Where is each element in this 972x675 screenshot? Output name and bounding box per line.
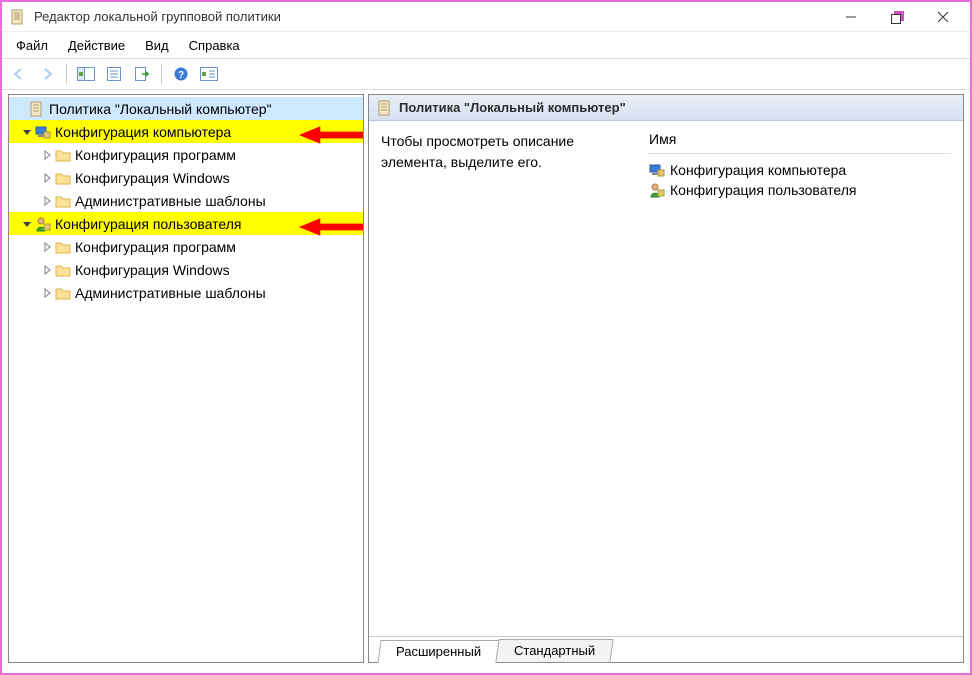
expander-closed-icon[interactable] (39, 285, 55, 301)
column-header-name[interactable]: Имя (649, 131, 951, 147)
forward-arrow-icon (39, 66, 55, 82)
description-text: Чтобы просмотреть описание элемента, выд… (381, 131, 631, 630)
menubar: Файл Действие Вид Справка (2, 32, 970, 58)
tree-node-software-config[interactable]: Конфигурация программ (9, 143, 363, 166)
export-icon (134, 66, 150, 82)
tree-node-root[interactable]: Политика "Локальный компьютер" (9, 97, 363, 120)
restore-icon (888, 8, 906, 26)
tab-standard[interactable]: Стандартный (495, 639, 613, 662)
svg-text:?: ? (178, 70, 184, 81)
list-item-label: Конфигурация компьютера (670, 162, 846, 178)
tree-label: Конфигурация компьютера (55, 124, 231, 140)
folder-icon (55, 262, 71, 278)
tree-node-windows-config[interactable]: Конфигурация Windows (9, 166, 363, 189)
expander-open-icon[interactable] (19, 124, 35, 140)
expander-closed-icon[interactable] (39, 193, 55, 209)
help-icon: ? (173, 66, 189, 82)
app-icon (10, 9, 26, 25)
titlebar: Редактор локальной групповой политики (2, 2, 970, 32)
menu-action[interactable]: Действие (60, 35, 133, 56)
folder-icon (55, 285, 71, 301)
folder-icon (55, 239, 71, 255)
menu-view[interactable]: Вид (137, 35, 177, 56)
tree-label: Конфигурация пользователя (55, 216, 242, 232)
tree-node-software-config[interactable]: Конфигурация программ (9, 235, 363, 258)
menu-help[interactable]: Справка (181, 35, 248, 56)
toolbar-forward-button[interactable] (34, 61, 60, 87)
user-icon (649, 182, 665, 198)
tree-label: Конфигурация Windows (75, 262, 230, 278)
close-button[interactable] (920, 3, 966, 31)
toolbar-export-button[interactable] (129, 61, 155, 87)
toolbar: ? (2, 58, 970, 90)
properties-icon (106, 66, 122, 82)
toolbar-help-button[interactable]: ? (168, 61, 194, 87)
toolbar-properties-button[interactable] (101, 61, 127, 87)
folder-icon (55, 170, 71, 186)
restore-button[interactable] (874, 3, 920, 31)
expander-open-icon[interactable] (19, 216, 35, 232)
tree-pane[interactable]: Политика "Локальный компьютер" Конфигура… (8, 94, 364, 663)
user-icon (35, 216, 51, 232)
toolbar-separator (66, 64, 67, 84)
tree-node-admin-templates[interactable]: Административные шаблоны (9, 281, 363, 304)
details-pane: Политика "Локальный компьютер" Чтобы про… (368, 94, 964, 663)
menu-file[interactable]: Файл (8, 35, 56, 56)
computer-icon (649, 162, 665, 178)
tree-label: Административные шаблоны (75, 285, 266, 301)
details-title: Политика "Локальный компьютер" (399, 100, 626, 115)
list-item-computer-config[interactable]: Конфигурация компьютера (647, 160, 951, 180)
tree-label: Конфигурация программ (75, 239, 236, 255)
list-item-label: Конфигурация пользователя (670, 182, 857, 198)
toolbar-back-button[interactable] (6, 61, 32, 87)
filter-icon (200, 66, 218, 82)
list-item-user-config[interactable]: Конфигурация пользователя (647, 180, 951, 200)
expander-icon[interactable] (13, 101, 29, 117)
tree-label: Политика "Локальный компьютер" (49, 101, 272, 117)
toolbar-separator (161, 64, 162, 84)
scroll-doc-icon (29, 101, 45, 117)
back-arrow-icon (11, 66, 27, 82)
scroll-doc-icon (377, 100, 393, 116)
expander-closed-icon[interactable] (39, 170, 55, 186)
tree-node-user-config[interactable]: Конфигурация пользователя (9, 212, 363, 235)
folder-icon (55, 193, 71, 209)
window-title: Редактор локальной групповой политики (34, 9, 828, 24)
tree-node-computer-config[interactable]: Конфигурация компьютера (9, 120, 363, 143)
details-header: Политика "Локальный компьютер" (369, 95, 963, 121)
tree-label: Конфигурация программ (75, 147, 236, 163)
tree-node-windows-config[interactable]: Конфигурация Windows (9, 258, 363, 281)
tree-label: Административные шаблоны (75, 193, 266, 209)
panel-icon (77, 66, 95, 82)
folder-icon (55, 147, 71, 163)
computer-icon (35, 124, 51, 140)
tree-label: Конфигурация Windows (75, 170, 230, 186)
minimize-button[interactable] (828, 3, 874, 31)
tree-node-admin-templates[interactable]: Административные шаблоны (9, 189, 363, 212)
toolbar-filter-button[interactable] (196, 61, 222, 87)
expander-closed-icon[interactable] (39, 239, 55, 255)
expander-closed-icon[interactable] (39, 147, 55, 163)
tab-extended[interactable]: Расширенный (377, 640, 499, 663)
expander-closed-icon[interactable] (39, 262, 55, 278)
toolbar-show-hide-tree-button[interactable] (73, 61, 99, 87)
tab-bar: Расширенный Стандартный (369, 636, 963, 662)
